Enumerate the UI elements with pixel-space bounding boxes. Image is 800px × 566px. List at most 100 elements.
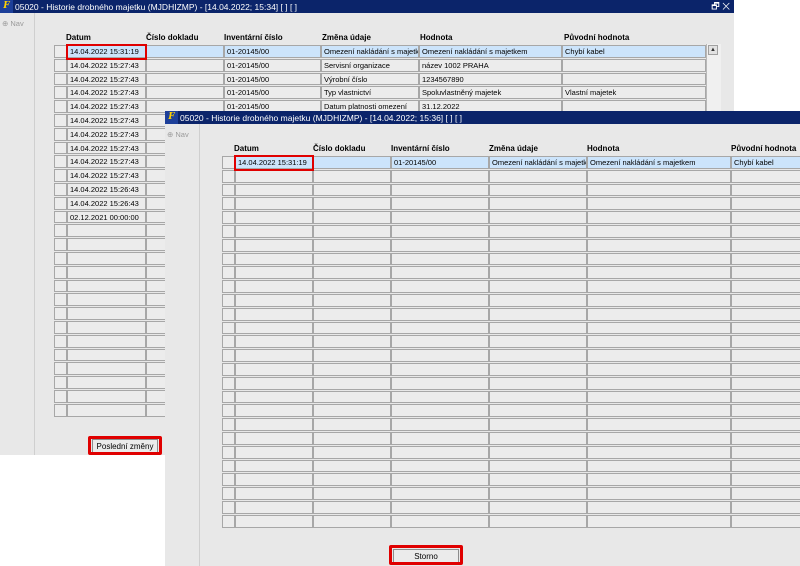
col-zmena-udaje-cell[interactable] [489, 169, 587, 183]
col-inventarni-cislo-cell[interactable] [391, 432, 489, 445]
col-datum-cell[interactable] [235, 445, 313, 459]
col-datum-cell[interactable] [235, 294, 313, 307]
row-selector[interactable] [222, 197, 235, 211]
col-puvodni-hodnota-cell[interactable] [731, 252, 800, 266]
col-cislo-dokladu-cell[interactable] [313, 266, 391, 280]
title-bar[interactable]: F 05020 - Historie drobného majetku (MJD… [165, 111, 800, 124]
col-cislo-dokladu-cell[interactable] [146, 86, 224, 100]
col-zmena-udaje-cell[interactable]: Servisní organizace [321, 58, 419, 72]
row-selector[interactable] [222, 376, 235, 390]
col-cislo-dokladu-cell[interactable] [146, 58, 224, 72]
row-selector[interactable] [54, 321, 67, 334]
col-zmena-udaje-cell[interactable] [489, 501, 587, 514]
col-hodnota-cell[interactable] [587, 294, 731, 307]
row-selector[interactable] [222, 321, 235, 335]
col-hodnota-cell[interactable] [587, 445, 731, 459]
col-inventarni-cislo-cell[interactable] [391, 418, 489, 431]
col-cislo-dokladu-cell[interactable] [313, 432, 391, 445]
col-hodnota-cell[interactable] [587, 183, 731, 197]
col-inventarni-cislo-cell[interactable] [391, 363, 489, 376]
col-puvodni-hodnota-cell[interactable] [731, 335, 800, 349]
col-inventarni-cislo-cell[interactable] [391, 197, 489, 211]
row-selector[interactable] [222, 307, 235, 321]
col-hodnota-cell[interactable] [587, 169, 731, 183]
col-cislo-dokladu-cell[interactable] [313, 156, 391, 169]
col-datum-cell[interactable]: 14.04.2022 15:27:43 [67, 114, 146, 127]
col-datum-cell[interactable] [235, 238, 313, 252]
col-cislo-dokladu-cell[interactable] [313, 501, 391, 514]
col-inventarni-cislo-cell[interactable]: 01-20145/00 [224, 72, 321, 86]
col-zmena-udaje-cell[interactable] [489, 390, 587, 404]
row-selector[interactable] [222, 487, 235, 500]
col-datum-cell[interactable] [235, 169, 313, 183]
col-zmena-udaje-cell[interactable]: Typ vlastnictví [321, 86, 419, 100]
row-selector[interactable] [54, 307, 67, 320]
col-cislo-dokladu-cell[interactable] [313, 473, 391, 487]
col-datum-cell[interactable] [235, 514, 313, 528]
col-datum-cell[interactable] [67, 293, 146, 307]
col-datum-cell[interactable] [235, 321, 313, 335]
col-inventarni-cislo-cell[interactable] [391, 390, 489, 404]
col-datum-cell[interactable] [235, 183, 313, 197]
col-inventarni-cislo-cell[interactable] [391, 501, 489, 514]
col-datum-cell[interactable] [67, 252, 146, 265]
col-zmena-udaje-cell[interactable] [489, 363, 587, 376]
col-inventarni-cislo-cell[interactable]: 01-20145/00 [224, 58, 321, 72]
col-hodnota-cell[interactable]: název 1002 PRAHA [419, 58, 562, 72]
col-datum-cell[interactable] [67, 403, 146, 417]
col-hodnota-cell[interactable] [587, 390, 731, 404]
row-selector[interactable] [54, 141, 67, 155]
col-datum-cell[interactable] [67, 279, 146, 293]
col-cislo-dokladu-cell[interactable] [313, 487, 391, 500]
col-puvodni-hodnota-cell[interactable] [731, 183, 800, 197]
col-zmena-udaje-cell[interactable] [489, 335, 587, 349]
col-datum-cell[interactable] [67, 376, 146, 389]
col-cislo-dokladu-cell[interactable] [313, 363, 391, 376]
col-puvodni-hodnota-cell[interactable] [731, 473, 800, 487]
row-selector[interactable] [54, 58, 67, 72]
col-hodnota-cell[interactable]: Omezení nakládání s majetkem [419, 45, 562, 58]
col-datum-cell[interactable] [67, 348, 146, 362]
col-puvodni-hodnota-cell[interactable] [731, 363, 800, 376]
col-puvodni-hodnota-cell[interactable] [731, 445, 800, 459]
col-inventarni-cislo-cell[interactable] [391, 404, 489, 418]
col-puvodni-hodnota-cell[interactable] [731, 418, 800, 431]
col-zmena-udaje-cell[interactable] [489, 183, 587, 197]
row-selector[interactable] [54, 155, 67, 169]
row-selector[interactable] [222, 390, 235, 404]
row-selector[interactable] [222, 459, 235, 473]
col-datum-cell[interactable]: 14.04.2022 15:26:43 [67, 183, 146, 196]
col-inventarni-cislo-cell[interactable] [391, 225, 489, 238]
col-cislo-dokladu-cell[interactable] [313, 390, 391, 404]
col-cislo-dokladu-cell[interactable] [146, 45, 224, 58]
col-datum-cell[interactable] [235, 363, 313, 376]
col-cislo-dokladu-cell[interactable] [313, 335, 391, 349]
col-puvodni-hodnota-cell[interactable]: Chybí kabel [562, 45, 706, 58]
row-selector[interactable] [54, 279, 67, 293]
col-cislo-dokladu-cell[interactable] [313, 280, 391, 293]
col-puvodni-hodnota-cell[interactable] [731, 266, 800, 280]
col-inventarni-cislo-cell[interactable] [391, 321, 489, 335]
col-puvodni-hodnota-cell[interactable] [731, 349, 800, 362]
row-selector[interactable] [222, 266, 235, 280]
col-datum-cell[interactable] [67, 321, 146, 334]
row-selector[interactable] [54, 252, 67, 265]
col-datum-cell[interactable] [235, 266, 313, 280]
row-selector[interactable] [54, 86, 67, 100]
col-datum-cell[interactable] [235, 404, 313, 418]
col-puvodni-hodnota-cell[interactable] [731, 280, 800, 293]
col-datum-cell[interactable] [235, 432, 313, 445]
col-zmena-udaje-cell[interactable] [489, 487, 587, 500]
col-zmena-udaje-cell[interactable]: Výrobní číslo [321, 72, 419, 86]
row-selector[interactable] [222, 211, 235, 224]
col-inventarni-cislo-cell[interactable] [391, 183, 489, 197]
title-bar[interactable]: F 05020 - Historie drobného majetku (MJD… [0, 0, 734, 13]
row-selector[interactable] [222, 404, 235, 418]
col-inventarni-cislo-cell[interactable] [391, 211, 489, 224]
col-hodnota-cell[interactable] [587, 197, 731, 211]
col-puvodni-hodnota-cell[interactable] [731, 197, 800, 211]
col-hodnota-cell[interactable] [587, 501, 731, 514]
row-selector[interactable] [54, 169, 67, 182]
col-zmena-udaje-cell[interactable] [489, 404, 587, 418]
col-datum-cell[interactable] [67, 238, 146, 251]
